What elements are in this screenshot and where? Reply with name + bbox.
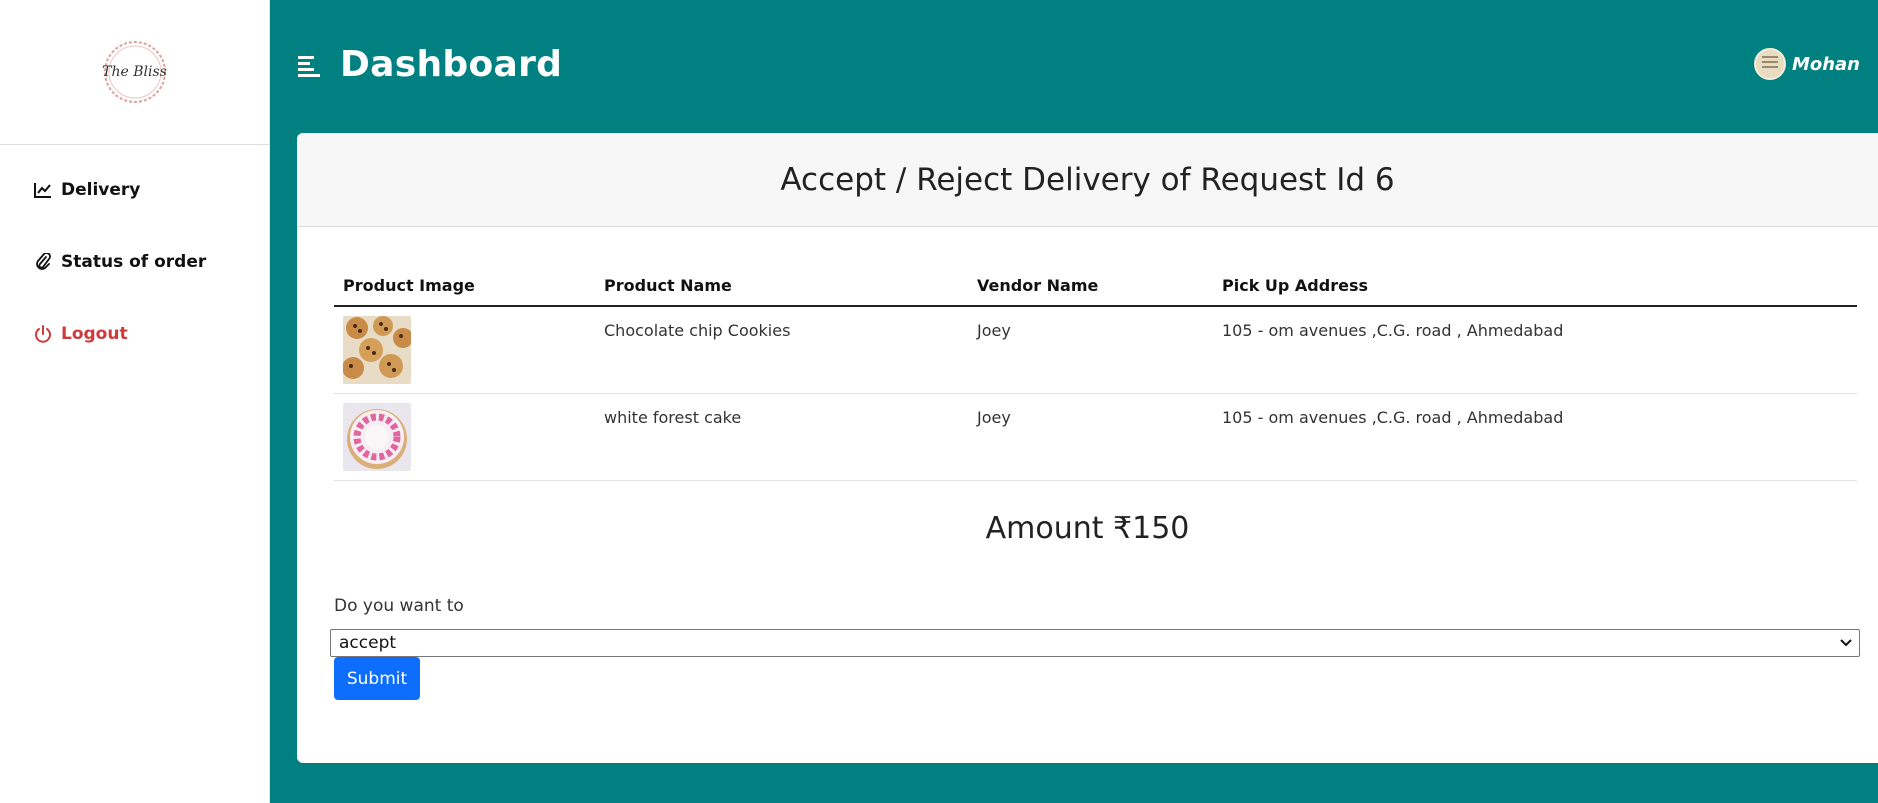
- table-header: Product Image Product Name Vendor Name P…: [334, 266, 1857, 307]
- paperclip-icon: [33, 252, 53, 272]
- avatar: [1753, 48, 1786, 80]
- sidebar-item-label: Delivery: [61, 180, 141, 200]
- submit-button[interactable]: Submit: [334, 657, 420, 700]
- page-title: Dashboard: [340, 44, 563, 85]
- sidebar-item-logout[interactable]: Logout: [33, 319, 269, 349]
- power-icon: [33, 324, 53, 344]
- logo-area: The Bliss: [0, 0, 269, 145]
- chevron-down-icon: [1839, 636, 1853, 650]
- table-row: white forest cake Joey 105 - om avenues …: [334, 394, 1857, 481]
- logo-text: The Bliss: [102, 64, 167, 80]
- product-name: white forest cake: [604, 408, 742, 427]
- table-row: Chocolate chip Cookies Joey 105 - om ave…: [334, 307, 1857, 394]
- amount-total: Amount ₹150: [985, 511, 1190, 546]
- vendor-name: Joey: [977, 321, 1011, 340]
- brand-logo[interactable]: The Bliss: [95, 32, 175, 112]
- column-header: Product Name: [604, 276, 732, 295]
- decision-select-value: accept: [339, 633, 397, 653]
- sidebar: The Bliss Delivery Status of order Logou…: [0, 0, 270, 803]
- product-name: Chocolate chip Cookies: [604, 321, 791, 340]
- menu-toggle-icon[interactable]: [297, 54, 323, 80]
- card-header: Accept / Reject Delivery of Request Id 6: [297, 133, 1878, 227]
- sidebar-item-delivery[interactable]: Delivery: [33, 175, 269, 205]
- sidebar-nav: Delivery Status of order Logout: [0, 145, 269, 349]
- delivery-request-card: Accept / Reject Delivery of Request Id 6…: [297, 133, 1878, 763]
- sidebar-item-label: Status of order: [61, 252, 207, 272]
- pickup-address: 105 - om avenues ,C.G. road , Ahmedabad: [1222, 408, 1564, 427]
- products-table: Product Image Product Name Vendor Name P…: [334, 266, 1857, 481]
- cookies-image: [343, 316, 411, 384]
- column-header: Product Image: [343, 276, 475, 295]
- user-menu[interactable]: Mohan: [1753, 48, 1860, 80]
- card-title: Accept / Reject Delivery of Request Id 6: [780, 161, 1395, 198]
- decision-label: Do you want to: [334, 596, 464, 616]
- pickup-address: 105 - om avenues ,C.G. road , Ahmedabad: [1222, 321, 1564, 340]
- decision-select[interactable]: accept: [330, 629, 1860, 657]
- chart-line-icon: [33, 180, 53, 200]
- cake-image: [343, 403, 411, 471]
- vendor-name: Joey: [977, 408, 1011, 427]
- sidebar-item-label: Logout: [61, 324, 128, 344]
- sidebar-item-status-of-order[interactable]: Status of order: [33, 247, 269, 277]
- top-header: Dashboard Mohan: [270, 0, 1878, 133]
- column-header: Pick Up Address: [1222, 276, 1368, 295]
- column-header: Vendor Name: [977, 276, 1099, 295]
- user-name: Mohan: [1791, 53, 1860, 75]
